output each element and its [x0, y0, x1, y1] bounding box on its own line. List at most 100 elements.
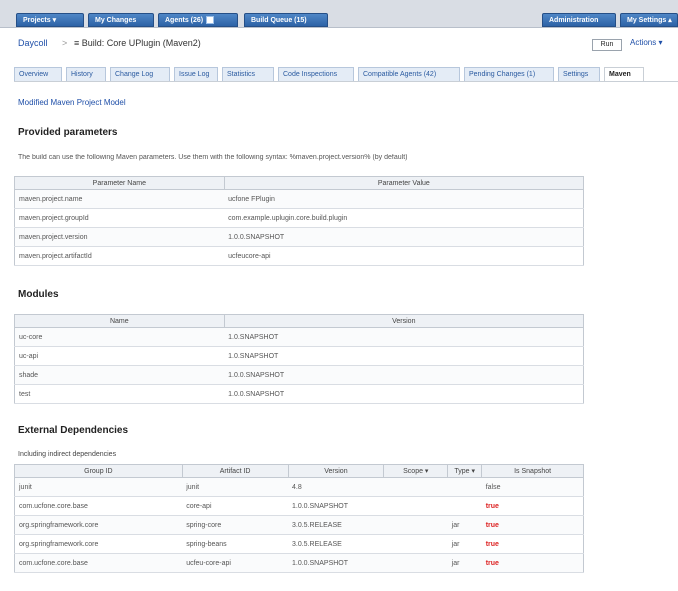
column-header-type[interactable]: Type ▾ [447, 464, 483, 478]
module-name: test [14, 384, 225, 404]
dependency-group: org.springframework.core [14, 534, 183, 554]
dependency-artifact: core-api [182, 496, 288, 516]
column-header[interactable]: Name [14, 314, 225, 328]
table-row: maven.project.artifactId ucfeucore-api [14, 246, 584, 266]
tab-compatible-agents[interactable]: Compatible Agents (42) [358, 67, 460, 81]
my-settings-menu[interactable]: My Settings ▴ [620, 13, 678, 27]
dependency-group: com.ucfone.core.base [14, 553, 183, 573]
column-header-group-id[interactable]: Group ID [14, 464, 183, 478]
projects-menu[interactable]: Projects ▾ [16, 13, 84, 27]
dependency-scope [383, 515, 448, 535]
actions-menu[interactable]: Actions ▾ [630, 38, 662, 47]
module-version: 1.0.0.SNAPSHOT [224, 384, 584, 404]
parameter-name: maven.project.groupId [14, 208, 225, 228]
dependency-type [447, 477, 482, 497]
column-header-scope[interactable]: Scope ▾ [383, 464, 449, 478]
dependency-artifact: spring-core [182, 515, 288, 535]
table-row: com.ucfone.core.base core-api 1.0.0.SNAP… [14, 496, 584, 516]
run-button[interactable]: Run [592, 39, 622, 51]
dependency-scope [383, 534, 448, 554]
table-header-row: Group ID Artifact ID Version Scope ▾ Typ… [14, 464, 584, 478]
column-header-artifact-id[interactable]: Artifact ID [181, 464, 289, 478]
column-header[interactable]: Parameter Name [14, 176, 225, 190]
parameter-value: ucfeucore-api [224, 246, 584, 266]
dependency-version: 4.8 [288, 477, 384, 497]
parameters-table: Parameter Name Parameter Value maven.pro… [14, 176, 585, 266]
tab-settings[interactable]: Settings [558, 67, 600, 81]
table-row: maven.project.name ucfone FPlugin [14, 189, 584, 209]
page-title: ≡ Build: Core UPlugin (Maven2) [74, 38, 201, 48]
parameter-value: ucfone FPlugin [224, 189, 584, 209]
tab-issue-log[interactable]: Issue Log [174, 67, 218, 81]
tab-statistics[interactable]: Statistics [222, 67, 274, 81]
breadcrumb-project-link[interactable]: Daycoll [18, 38, 48, 48]
indirect-dependencies-label: Including indirect dependencies [18, 451, 117, 458]
top-navigation-bar: Projects ▾ My Changes Agents (26) Build … [0, 0, 678, 28]
table-row: maven.project.version 1.0.0.SNAPSHOT [14, 227, 584, 247]
dependency-snapshot: true [481, 553, 584, 573]
configuration-tabs: Overview History Change Log Issue Log St… [14, 67, 678, 82]
table-header-row: Parameter Name Parameter Value [14, 176, 585, 190]
table-row: uc-api 1.0.SNAPSHOT [14, 346, 584, 366]
table-row: test 1.0.0.SNAPSHOT [14, 384, 584, 404]
module-version: 1.0.0.SNAPSHOT [224, 365, 584, 385]
administration-link[interactable]: Administration [542, 13, 616, 27]
dependency-scope [383, 477, 448, 497]
column-header-is-snapshot[interactable]: Is Snapshot [481, 464, 584, 478]
module-version: 1.0.SNAPSHOT [224, 346, 584, 366]
parameter-name: maven.project.artifactId [14, 246, 225, 266]
dependency-group: com.ucfone.core.base [14, 496, 183, 516]
dependency-version: 1.0.0.SNAPSHOT [288, 553, 384, 573]
dependency-snapshot: true [481, 534, 584, 554]
dependency-type [447, 496, 482, 516]
dependency-version: 1.0.0.SNAPSHOT [288, 496, 384, 516]
dependency-group: junit [14, 477, 183, 497]
modules-table: Name Version uc-core 1.0.SNAPSHOT uc-api… [14, 314, 585, 404]
dependency-artifact: spring-beans [182, 534, 288, 554]
parameter-name: maven.project.version [14, 227, 225, 247]
table-row: uc-core 1.0.SNAPSHOT [14, 327, 584, 347]
dependency-type: jar [447, 534, 482, 554]
column-header-version[interactable]: Version [287, 464, 385, 478]
tab-change-log[interactable]: Change Log [110, 67, 170, 81]
tab-pending-changes[interactable]: Pending Changes (1) [464, 67, 554, 81]
table-row: org.springframework.core spring-core 3.0… [14, 515, 584, 535]
table-row: junit junit 4.8 false [14, 477, 584, 497]
module-version: 1.0.SNAPSHOT [224, 327, 584, 347]
build-queue-link[interactable]: Build Queue (15) [244, 13, 328, 27]
dependency-scope [383, 496, 448, 516]
provided-parameters-description: The build can use the following Maven pa… [18, 154, 408, 161]
table-row: com.ucfone.core.base ucfeu-core-api 1.0.… [14, 553, 584, 573]
parameter-value: 1.0.0.SNAPSHOT [224, 227, 584, 247]
tab-overview[interactable]: Overview [14, 67, 62, 81]
dependency-snapshot: false [481, 477, 584, 497]
dependency-scope [383, 553, 448, 573]
dependency-version: 3.0.5.RELEASE [288, 534, 384, 554]
module-name: uc-api [14, 346, 225, 366]
tab-history[interactable]: History [66, 67, 106, 81]
my-changes-link[interactable]: My Changes [88, 13, 154, 27]
table-header-row: Name Version [14, 314, 585, 328]
modified-model-link[interactable]: Modified Maven Project Model [18, 98, 126, 107]
agents-label: Agents (26) [165, 17, 204, 24]
breadcrumb-separator: > [62, 38, 68, 48]
dependency-type: jar [447, 515, 482, 535]
tab-maven[interactable]: Maven [604, 67, 644, 81]
table-row: shade 1.0.0.SNAPSHOT [14, 365, 584, 385]
modules-fade [14, 404, 584, 414]
external-dependencies-heading: External Dependencies [18, 425, 129, 436]
dependency-type: jar [447, 553, 482, 573]
module-name: uc-core [14, 327, 225, 347]
table-row: maven.project.groupId com.example.uplugi… [14, 208, 584, 228]
module-name: shade [14, 365, 225, 385]
column-header[interactable]: Parameter Value [223, 176, 585, 190]
dependency-artifact: junit [182, 477, 288, 497]
dependency-snapshot: true [481, 515, 584, 535]
dependencies-table: Group ID Artifact ID Version Scope ▾ Typ… [14, 464, 584, 573]
modules-heading: Modules [18, 289, 59, 300]
breadcrumb: Daycoll > ≡ Build: Core UPlugin (Maven2)… [0, 38, 678, 54]
dependency-snapshot: true [481, 496, 584, 516]
agents-link[interactable]: Agents (26) [158, 13, 238, 27]
column-header[interactable]: Version [223, 314, 585, 328]
tab-code-inspections[interactable]: Code Inspections [278, 67, 354, 81]
